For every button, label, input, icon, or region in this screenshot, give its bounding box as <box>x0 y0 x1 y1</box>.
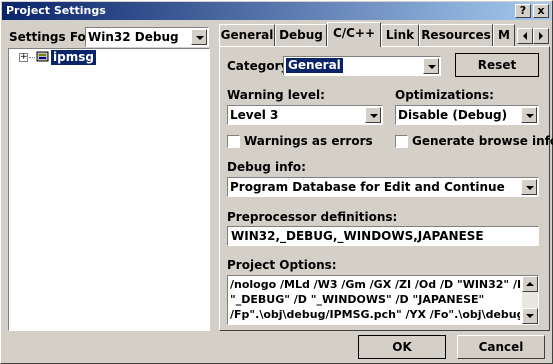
optimizations-value: Disable (Debug) <box>398 108 508 122</box>
warning-level-combo[interactable]: Level 3 <box>227 105 383 125</box>
project-options-textarea[interactable]: /nologo /MLd /W3 /Gm /GX /ZI /Od /D "WIN… <box>227 275 539 325</box>
settings-for-value: Win32 Debug <box>88 30 179 44</box>
tab-scroll-left-button[interactable] <box>517 28 533 44</box>
close-button[interactable]: x <box>533 4 549 18</box>
debug-info-value: Program Database for Edit and Continue <box>230 180 505 194</box>
project-options-scrollbar[interactable] <box>522 276 538 324</box>
project-options-line: "_DEBUG" /D "_WINDOWS" /D "JAPANESE" <box>230 293 485 306</box>
preprocessor-input[interactable]: WIN32,_DEBUG,_WINDOWS,JAPANESE <box>227 226 539 246</box>
help-button[interactable]: ? <box>515 4 531 18</box>
tab-cpp[interactable]: C/C++ <box>327 22 381 47</box>
tree-expander-icon[interactable]: + <box>19 53 28 62</box>
project-options-line: /Fp".\obj\debug/IPMSG.pch" /YX /Fo".\obj… <box>230 308 520 321</box>
preprocessor-value: WIN32,_DEBUG,_WINDOWS,JAPANESE <box>231 229 484 243</box>
generate-browse-info-label[interactable]: Generate browse info <box>412 134 553 148</box>
settings-for-label: Settings For: <box>9 30 97 44</box>
tab-scroll-right-button[interactable] <box>533 28 549 44</box>
chevron-down-icon[interactable] <box>521 179 537 195</box>
reset-button[interactable]: Reset <box>455 53 539 77</box>
category-combo[interactable]: General <box>283 56 441 76</box>
project-options-label: Project Options: <box>227 258 337 272</box>
settings-for-combo[interactable]: Win32 Debug <box>85 27 209 47</box>
project-settings-dialog: Project Settings ? x Settings For: Win32… <box>0 0 553 364</box>
scroll-down-button[interactable] <box>522 308 538 324</box>
chevron-down-icon[interactable] <box>423 58 439 74</box>
warning-level-label: Warning level: <box>227 88 325 102</box>
category-value: General <box>286 58 343 73</box>
tab-general[interactable]: General <box>219 24 275 46</box>
cancel-button[interactable]: Cancel <box>457 335 545 359</box>
tree-item-ipmsg[interactable]: ipmsg <box>51 50 96 65</box>
chevron-down-icon <box>526 314 534 318</box>
warning-level-value: Level 3 <box>230 108 279 122</box>
generate-browse-info-checkbox[interactable] <box>395 135 408 148</box>
preprocessor-label: Preprocessor definitions: <box>227 210 398 224</box>
tree-connector <box>29 57 35 58</box>
warnings-as-errors-checkbox[interactable] <box>227 135 240 148</box>
tab-more[interactable]: M <box>493 24 515 46</box>
ok-button[interactable]: OK <box>358 335 446 359</box>
tab-link[interactable]: Link <box>381 24 419 46</box>
optimizations-label: Optimizations: <box>395 88 494 102</box>
optimizations-combo[interactable]: Disable (Debug) <box>395 105 539 125</box>
tab-debug[interactable]: Debug <box>275 24 327 46</box>
debug-info-label: Debug info: <box>227 160 306 174</box>
chevron-down-icon[interactable] <box>365 107 381 123</box>
chevron-up-icon <box>526 282 534 286</box>
chevron-down-icon[interactable] <box>521 107 537 123</box>
debug-info-combo[interactable]: Program Database for Edit and Continue <box>227 177 539 197</box>
warnings-as-errors-label[interactable]: Warnings as errors <box>244 134 373 148</box>
project-options-line: /nologo /MLd /W3 /Gm /GX /ZI /Od /D "WIN… <box>230 278 520 291</box>
chevron-left-icon <box>523 32 527 40</box>
project-icon <box>36 51 50 63</box>
tab-resources[interactable]: Resources <box>419 24 493 46</box>
title-bar[interactable]: Project Settings ? x <box>2 2 551 20</box>
project-tree[interactable]: + ipmsg <box>8 48 210 331</box>
scroll-up-button[interactable] <box>522 276 538 292</box>
chevron-right-icon <box>539 32 543 40</box>
chevron-down-icon[interactable] <box>191 29 207 45</box>
window-title: Project Settings <box>6 4 106 17</box>
